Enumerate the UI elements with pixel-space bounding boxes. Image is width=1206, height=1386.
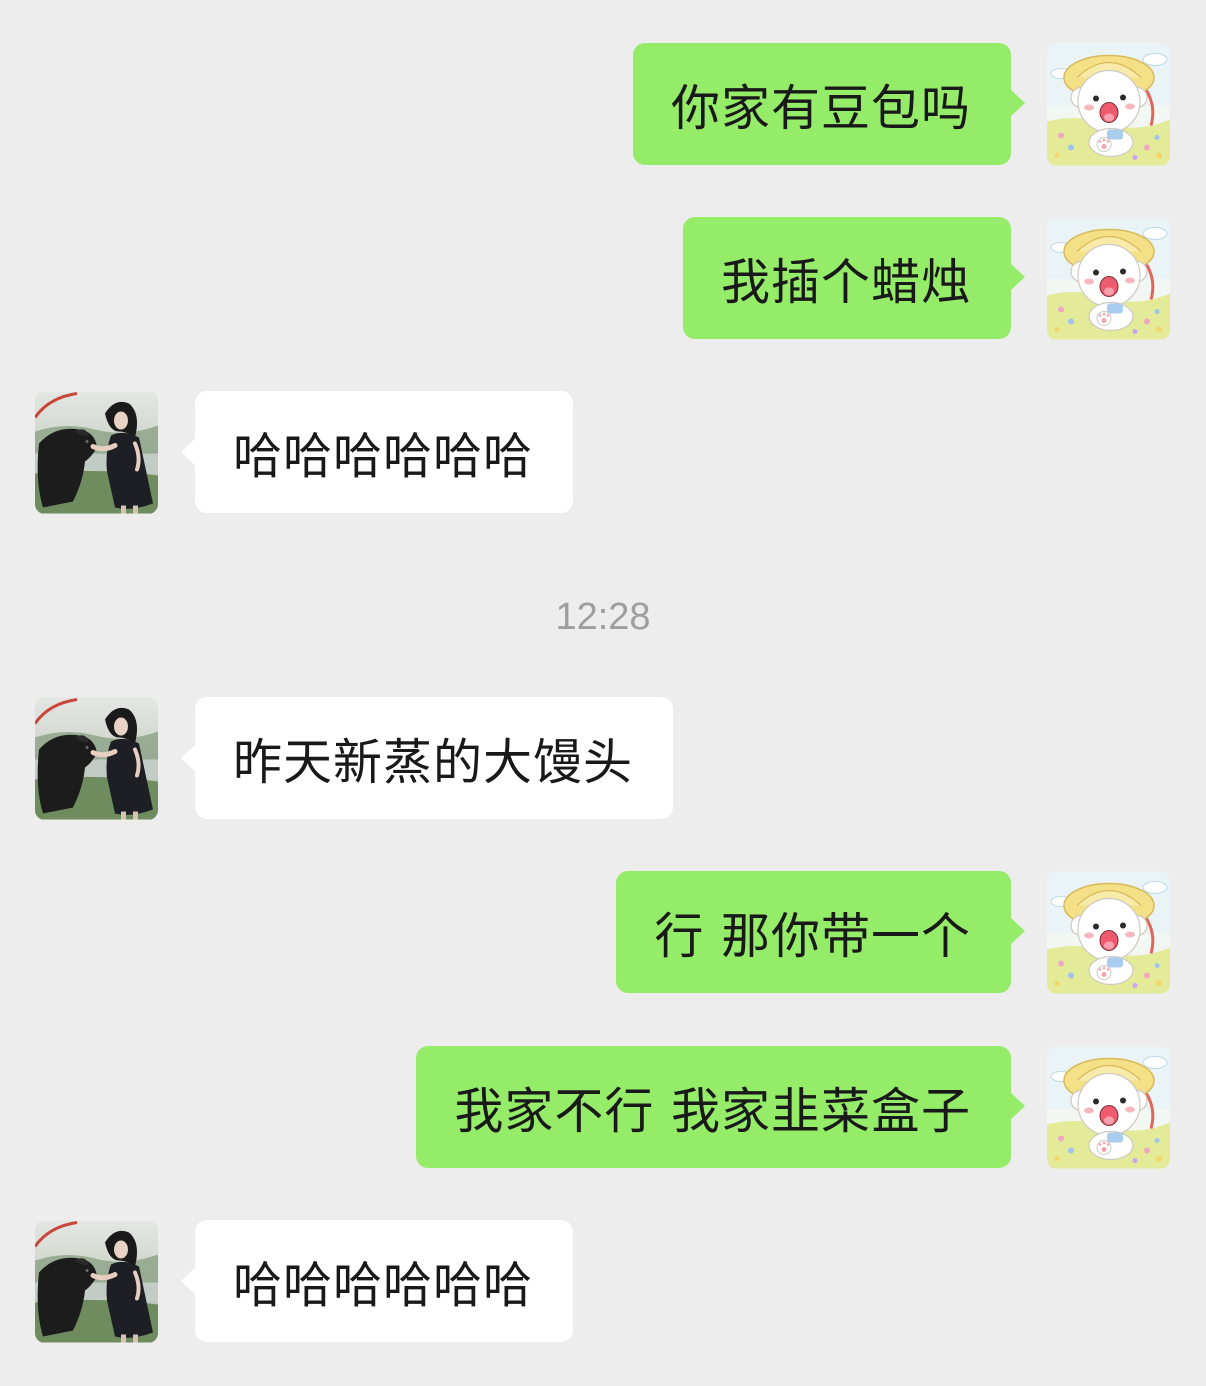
self-avatar[interactable] <box>1047 1046 1170 1169</box>
contact-avatar[interactable] <box>35 697 158 820</box>
self-message-bubble[interactable]: 你家有豆包吗 <box>632 43 1026 165</box>
contact-avatar[interactable] <box>35 1220 158 1343</box>
message-row-self: 我家不行 我家韭菜盒子 <box>0 1046 1206 1169</box>
message-row-contact: 哈哈哈哈哈哈 <box>0 391 1206 514</box>
chat-message-list[interactable]: 你家有豆包吗 我插个蜡烛 哈哈哈哈哈哈 12:28 昨天新蒸的大馒头 行 那你带… <box>0 0 1206 1386</box>
self-message-bubble[interactable]: 我家不行 我家韭菜盒子 <box>416 1046 1025 1168</box>
self-avatar[interactable] <box>1047 43 1170 166</box>
contact-message-bubble[interactable]: 昨天新蒸的大馒头 <box>180 697 674 819</box>
contact-message-bubble[interactable]: 哈哈哈哈哈哈 <box>180 1220 574 1342</box>
message-row-self: 行 那你带一个 <box>0 871 1206 994</box>
self-avatar[interactable] <box>1047 217 1170 340</box>
message-timestamp: 12:28 <box>555 596 651 638</box>
message-text: 哈哈哈哈哈哈 <box>233 1256 534 1314</box>
message-row-self: 你家有豆包吗 <box>0 43 1206 166</box>
self-message-bubble[interactable]: 行 那你带一个 <box>616 871 1025 993</box>
message-row-self: 我插个蜡烛 <box>0 217 1206 340</box>
contact-avatar[interactable] <box>35 391 158 514</box>
self-avatar[interactable] <box>1047 871 1170 994</box>
message-text: 昨天新蒸的大馒头 <box>233 733 634 791</box>
message-text: 你家有豆包吗 <box>670 79 971 137</box>
message-text: 行 那你带一个 <box>654 907 971 965</box>
message-row-contact: 哈哈哈哈哈哈 <box>0 1220 1206 1343</box>
message-row-contact: 昨天新蒸的大馒头 <box>0 697 1206 820</box>
self-message-bubble[interactable]: 我插个蜡烛 <box>682 217 1026 339</box>
message-text: 哈哈哈哈哈哈 <box>233 427 534 485</box>
message-text: 我插个蜡烛 <box>720 253 971 311</box>
contact-message-bubble[interactable]: 哈哈哈哈哈哈 <box>180 391 574 513</box>
message-text: 我家不行 我家韭菜盒子 <box>454 1082 971 1140</box>
